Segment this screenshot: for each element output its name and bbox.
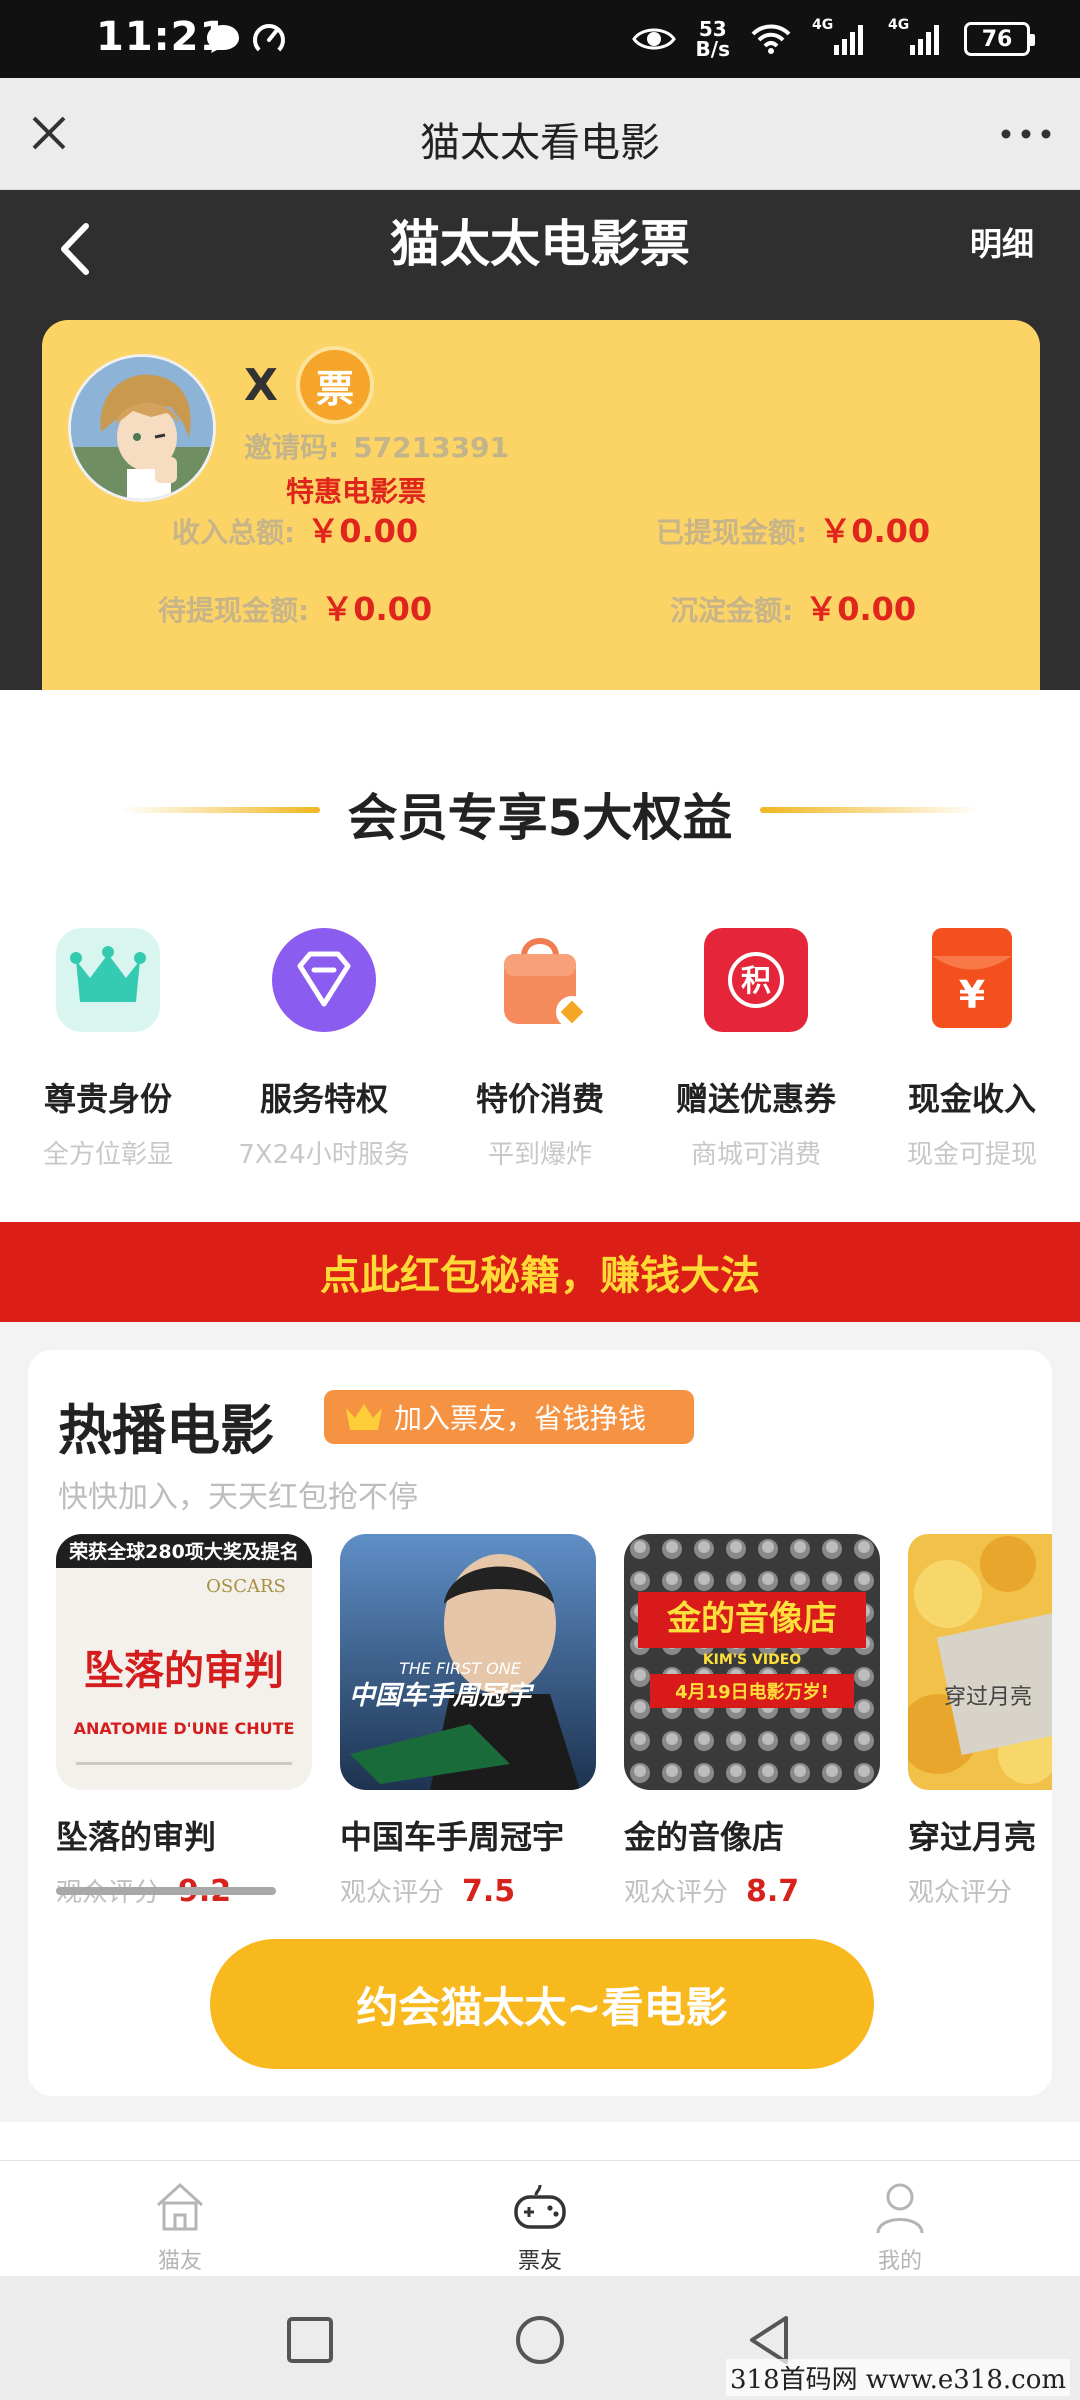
system-navigation-bar: 318首码网 www.e318.com <box>0 2276 1080 2400</box>
watch-movie-button[interactable]: 约会猫太太~看电影 <box>210 1939 874 2069</box>
benefit-prestige[interactable]: 尊贵身份 全方位彰显 <box>0 926 216 1171</box>
movie-card[interactable]: 荣获全球280项大奖及提名 OSCARS 坠落的审判 ANATOMIE D'UN… <box>56 1534 316 1909</box>
svg-text:¥: ¥ <box>959 973 985 1017</box>
svg-text:中国车手周冠宇: 中国车手周冠宇 <box>349 1681 535 1711</box>
svg-text:穿过月亮: 穿过月亮 <box>944 1685 1032 1710</box>
tab-profile[interactable]: 我的 <box>820 2177 980 2275</box>
hot-movies-subtitle: 快快加入，天天红包抢不停 <box>58 1480 418 1515</box>
wifi-icon <box>751 24 791 54</box>
movie-title: 坠落的审判 <box>56 1818 217 1856</box>
shopping-bag-icon <box>504 938 588 1028</box>
total-income: 收入总额: ￥0.00 <box>172 512 419 550</box>
webview-title-bar: 猫太太看电影 <box>0 78 1080 190</box>
title-decoration-right <box>760 807 980 813</box>
tab-cat-friends[interactable]: 猫友 <box>100 2177 260 2275</box>
network-speed: 53 B/s <box>695 17 730 61</box>
invite-code-row: 邀请码: 57213391 <box>244 426 509 466</box>
pending-amount: 待提现金额: ￥0.00 <box>158 590 433 628</box>
chat-notification-icon <box>207 25 239 53</box>
webview-title: 猫太太看电影 <box>420 120 660 166</box>
user-account-card: X 票 邀请码: 57213391 特惠电影票 收入总额: ￥0.00 已提现金额:… <box>42 320 1040 690</box>
benefits-title: 会员专享5大权益 <box>347 789 733 847</box>
signal-4g-2: 4G <box>888 17 944 57</box>
status-indicators: 53 B/s 4G 4G 76 <box>631 14 1035 64</box>
scrollbar-thumb[interactable] <box>56 1887 276 1895</box>
settled-amount: 沉淀金额: ￥0.00 <box>670 590 917 628</box>
crown-icon <box>346 1404 382 1430</box>
movie-title: 穿过月亮 <box>908 1818 1037 1856</box>
benefit-cash[interactable]: ¥ 现金收入 现金可提现 <box>864 926 1080 1171</box>
avatar[interactable] <box>68 354 216 502</box>
svg-text:ANATOMIE D'UNE CHUTE: ANATOMIE D'UNE CHUTE <box>74 1719 295 1738</box>
svg-text:积: 积 <box>741 964 771 999</box>
movie-rating: 观众评分 <box>908 1878 1013 1908</box>
more-options-icon[interactable] <box>996 112 1056 156</box>
hot-movies-card: 热播电影 加入票友，省钱挣钱 快快加入，天天红包抢不停 荣获全球280项大奖及提… <box>28 1350 1052 2096</box>
movie-poster: 金的音像店 KIM'S VIDEO 4月19日电影万岁! <box>624 1534 880 1790</box>
svg-text:OSCARS: OSCARS <box>206 1576 286 1597</box>
user-name: X <box>244 360 278 411</box>
home-button-icon[interactable] <box>510 2310 570 2370</box>
svg-text:4月19日电影万岁!: 4月19日电影万岁! <box>675 1681 829 1703</box>
svg-text:金的音像店: 金的音像店 <box>666 1599 837 1639</box>
movie-rating: 观众评分 8.7 <box>624 1874 800 1909</box>
speed-gauge-icon <box>253 23 285 56</box>
invite-code[interactable]: 57213391 <box>353 431 509 464</box>
poster-image: 中国车手周冠宇 THE FIRST ONE <box>340 1534 596 1790</box>
points-coupon-icon: 积 <box>704 928 808 1032</box>
watermark: 318首码网 www.e318.com <box>726 2359 1070 2396</box>
movie-rating: 观众评分 7.5 <box>340 1874 516 1909</box>
status-bar: 11:21 53 B/s 4G 4G 76 <box>0 0 1080 78</box>
battery-indicator: 76 <box>964 22 1035 56</box>
svg-text:THE FIRST ONE: THE FIRST ONE <box>399 1659 522 1678</box>
hot-movies-title: 热播电影 <box>58 1399 274 1462</box>
svg-text:KIM'S VIDEO: KIM'S VIDEO <box>703 1652 801 1668</box>
page-title: 猫太太电影票 <box>390 215 690 273</box>
benefit-service[interactable]: 服务特权 7X24小时服务 <box>216 926 432 1171</box>
signal-4g-1: 4G <box>812 17 868 57</box>
svg-text:荣获全球280项大奖及提名: 荣获全球280项大奖及提名 <box>68 1540 299 1563</box>
withdrawn-amount: 已提现金额: ￥0.00 <box>656 512 931 550</box>
movie-poster: 中国车手周冠宇 THE FIRST ONE <box>340 1534 596 1790</box>
red-envelope-banner[interactable]: 点此红包秘籍，赚钱大法 <box>0 1222 1080 1322</box>
red-envelope-icon: ¥ <box>932 928 1012 1028</box>
avatar-image <box>71 357 213 499</box>
movie-card[interactable]: 金的音像店 KIM'S VIDEO 4月19日电影万岁! 金的音像店 观众评分 8… <box>624 1534 884 1909</box>
movie-title: 金的音像店 <box>624 1818 785 1856</box>
user-tagline: 特惠电影票 <box>286 475 427 508</box>
crown-icon <box>56 928 160 1032</box>
bottom-tab-bar: 猫友 票友 我的 <box>0 2160 1080 2276</box>
invite-label: 邀请码: <box>244 431 340 464</box>
movie-card[interactable]: 穿过月亮 穿过月亮 观众评分 <box>908 1534 1052 1909</box>
details-link[interactable]: 明细 <box>970 214 1034 274</box>
svg-text:坠落的审判: 坠落的审判 <box>84 1648 284 1694</box>
eye-icon <box>631 28 676 50</box>
movie-card[interactable]: 中国车手周冠宇 THE FIRST ONE 中国车手周冠宇 观众评分 7.5 <box>340 1534 600 1909</box>
gamepad-icon <box>514 2184 566 2229</box>
tab-ticket-friends[interactable]: 票友 <box>460 2177 620 2275</box>
movie-title: 中国车手周冠宇 <box>340 1818 565 1856</box>
poster-image: 荣获全球280项大奖及提名 OSCARS 坠落的审判 ANATOMIE D'UN… <box>56 1534 312 1790</box>
home-icon <box>156 2182 204 2231</box>
join-ticket-friends-button[interactable]: 加入票友，省钱挣钱 <box>324 1390 694 1444</box>
poster-image: 金的音像店 KIM'S VIDEO 4月19日电影万岁! <box>624 1534 880 1790</box>
recent-apps-icon[interactable] <box>280 2310 340 2370</box>
movie-poster: 荣获全球280项大奖及提名 OSCARS 坠落的审判 ANATOMIE D'UN… <box>56 1534 312 1790</box>
profile-icon <box>876 2183 924 2234</box>
benefit-discount[interactable]: 特价消费 平到爆炸 <box>432 926 648 1171</box>
ticket-badge: 票 <box>300 350 370 420</box>
benefit-coupon[interactable]: 积 赠送优惠券 商城可消费 <box>648 926 864 1171</box>
horizontal-scrollbar[interactable] <box>56 1887 276 1895</box>
diamond-icon <box>272 928 376 1032</box>
poster-image: 穿过月亮 <box>908 1534 1052 1790</box>
movie-poster: 穿过月亮 <box>908 1534 1052 1790</box>
